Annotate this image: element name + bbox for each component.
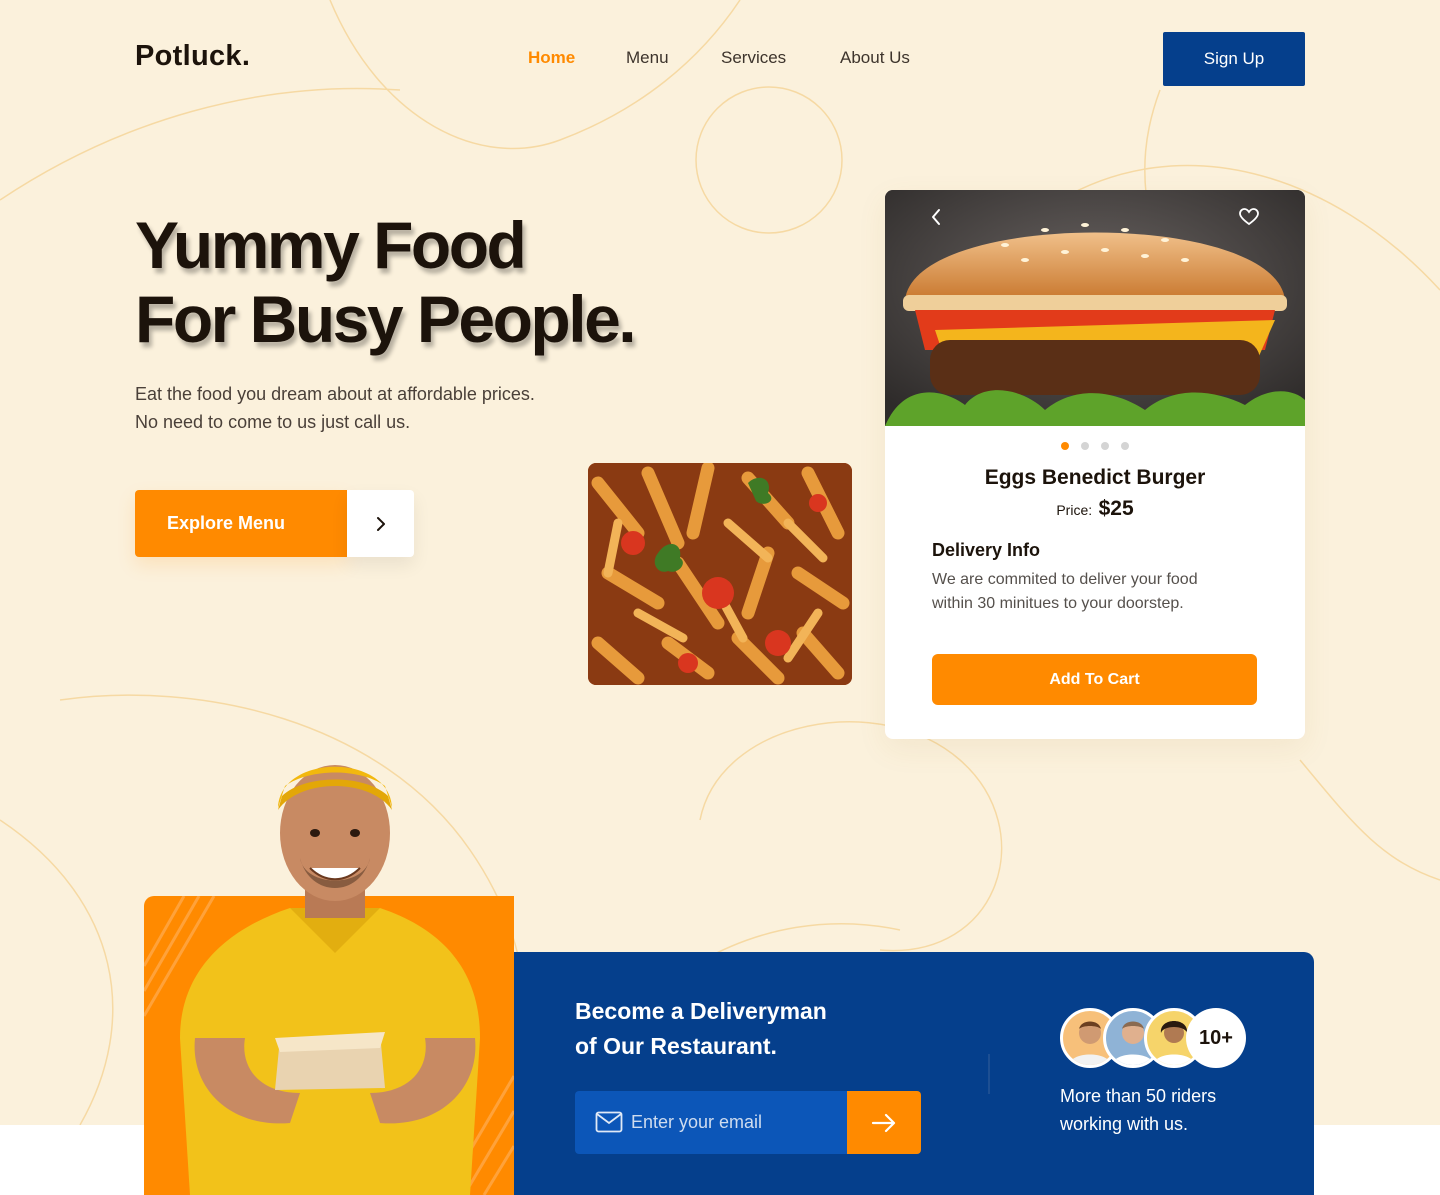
hero-headline: Yummy Food For Busy People. xyxy=(135,208,637,356)
chevron-right-icon xyxy=(376,516,385,531)
riders-count-badge: 10+ xyxy=(1186,1008,1246,1068)
carousel-prev-button[interactable] xyxy=(925,206,947,228)
deliveryman-title: Become a Deliveryman of Our Restaurant. xyxy=(575,994,827,1064)
arrow-right-icon xyxy=(871,1113,896,1132)
pasta-image xyxy=(588,463,852,685)
nav-item-menu[interactable]: Menu xyxy=(626,48,669,68)
riders-text-line1: More than 50 riders xyxy=(1060,1086,1217,1106)
hero-subtitle: Eat the food you dream about at affordab… xyxy=(135,380,535,436)
hero-subtitle-line1: Eat the food you dream about at affordab… xyxy=(135,384,535,404)
riders-text-line2: working with us. xyxy=(1060,1114,1189,1134)
carousel-dot[interactable] xyxy=(1101,442,1109,450)
sign-up-button[interactable]: Sign Up xyxy=(1163,32,1305,86)
price-value: $25 xyxy=(1098,497,1134,520)
chevron-left-icon xyxy=(932,209,940,225)
carousel-dots xyxy=(885,442,1305,450)
carousel-dot[interactable] xyxy=(1081,442,1089,450)
deliveryman-photo xyxy=(170,738,500,1195)
deliveryman-title-line2: of Our Restaurant. xyxy=(575,1033,777,1059)
favorite-button[interactable] xyxy=(1238,206,1260,228)
nav-item-home[interactable]: Home xyxy=(528,48,575,68)
add-to-cart-button[interactable]: Add To Cart xyxy=(932,654,1257,705)
heart-icon xyxy=(1239,208,1259,226)
product-price: Price: $25 xyxy=(885,497,1305,521)
nav-item-about-us[interactable]: About Us xyxy=(840,48,910,68)
divider xyxy=(988,1054,990,1094)
mail-icon xyxy=(595,1111,623,1133)
carousel-dot[interactable] xyxy=(1121,442,1129,450)
delivery-info-line2: within 30 minitues to your doorstep. xyxy=(932,595,1184,612)
nav-item-services[interactable]: Services xyxy=(721,48,786,68)
delivery-info-text: We are commited to deliver your food wit… xyxy=(932,568,1198,616)
explore-menu-button[interactable]: Explore Menu xyxy=(135,490,347,557)
product-card: Eggs Benedict Burger Price: $25 Delivery… xyxy=(885,190,1305,739)
email-field-wrapper xyxy=(575,1091,847,1154)
hero-headline-line1: Yummy Food xyxy=(135,208,527,282)
hero-headline-line2: For Busy People. xyxy=(135,282,637,356)
deliveryman-cta-panel: Become a Deliveryman of Our Restaurant. xyxy=(514,952,1314,1195)
riders-avatars: 10+ xyxy=(1060,1008,1260,1068)
delivery-info-title: Delivery Info xyxy=(932,540,1041,560)
email-field[interactable] xyxy=(631,1091,841,1154)
product-title: Eggs Benedict Burger xyxy=(984,466,1206,489)
hero-subtitle-line2: No need to come to us just call us. xyxy=(135,412,411,432)
price-label: Price: xyxy=(1056,502,1093,518)
deliveryman-title-line1: Become a Deliveryman xyxy=(575,998,827,1024)
carousel-dot[interactable] xyxy=(1061,442,1069,450)
delivery-info-line1: We are commited to deliver your food xyxy=(932,571,1198,588)
riders-text: More than 50 riders working with us. xyxy=(1060,1082,1216,1138)
explore-arrow-button[interactable] xyxy=(347,490,414,557)
email-submit-button[interactable] xyxy=(847,1091,921,1154)
